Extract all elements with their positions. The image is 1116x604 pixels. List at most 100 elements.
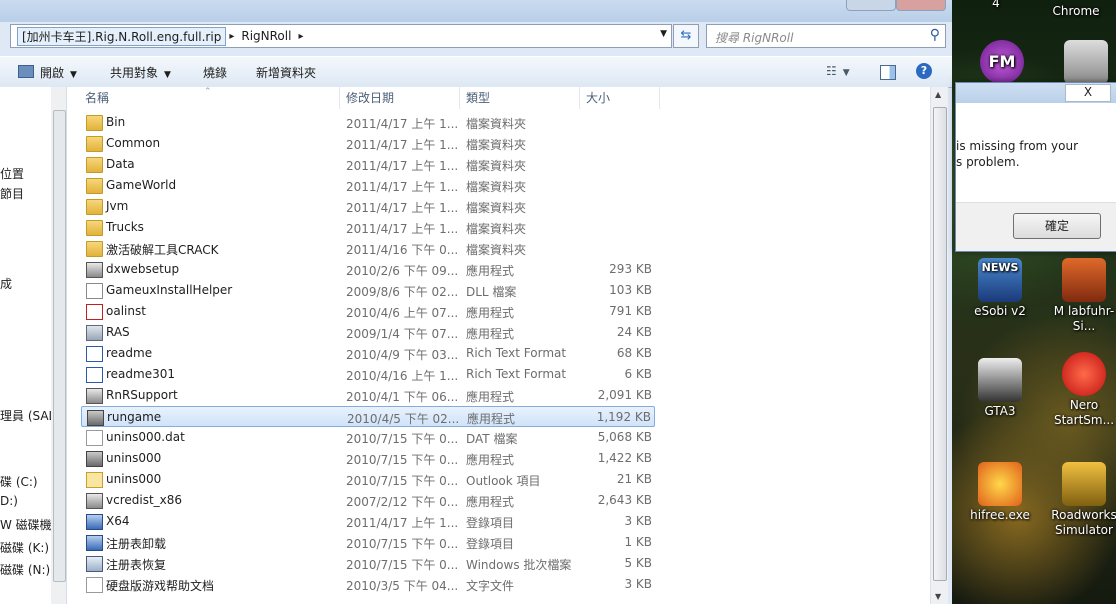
desktop-shortcut[interactable]: M labfuhr-Si... (1044, 258, 1116, 334)
ok-button[interactable]: 確定 (1013, 213, 1101, 239)
scroll-thumb[interactable] (933, 107, 947, 581)
reg-icon (86, 514, 103, 530)
search-icon[interactable]: ⚲ (930, 27, 940, 43)
file-row[interactable]: RnRSupport 2010/4/1 下午 06... 應用程式 2,091 KB (81, 385, 655, 406)
file-name: rungame (107, 410, 162, 424)
file-row[interactable]: Jvm 2011/4/17 上午 1... 檔案資料夾 (81, 196, 655, 217)
file-row[interactable]: X64 2011/4/17 上午 1... 登錄項目 3 KB (81, 511, 655, 532)
file-date: 2010/7/15 下午 0... (346, 537, 459, 551)
help-icon[interactable]: ? (916, 63, 932, 79)
breadcrumb-segment[interactable]: RigNRoll (237, 29, 295, 43)
organize-button[interactable]: 開啟 ▼ (18, 64, 77, 81)
desktop-shortcut[interactable]: hifree.exe (960, 462, 1040, 523)
file-date: 2010/3/5 下午 04... (346, 579, 459, 593)
file-row[interactable]: 注册表恢复 2010/7/15 下午 0... Windows 批次檔案 5 KB (81, 553, 655, 574)
file-row[interactable]: vcredist_x86 2007/2/12 下午 0... 應用程式 2,643 K… (81, 490, 655, 511)
gta-icon[interactable] (1046, 40, 1116, 86)
file-row[interactable]: Trucks 2011/4/17 上午 1... 檔案資料夾 (81, 217, 655, 238)
file-size: 293 KB (609, 262, 652, 276)
file-row[interactable]: Data 2011/4/17 上午 1... 檔案資料夾 (81, 154, 655, 175)
command-bar: 開啟 ▼ 共用對象 ▼ 燒錄 新增資料夾 ☷ ▼ ? (0, 56, 952, 88)
scroll-down-icon[interactable]: ▼ (935, 592, 941, 601)
dialog-close-button[interactable]: X (1065, 84, 1111, 102)
view-options-icon[interactable]: ☷ ▼ (826, 64, 850, 78)
desktop-shortcut[interactable]: GTA3 (960, 358, 1040, 419)
burn-button[interactable]: 燒錄 (203, 64, 227, 81)
file-size: 21 KB (616, 472, 652, 486)
file-row[interactable]: 硬盘版游戏帮助文档 2010/3/5 下午 04... 文字文件 3 KB (81, 574, 655, 595)
desktop-shortcut[interactable]: Nero StartSm... (1044, 352, 1116, 428)
sort-arrow-icon: ⌃ (204, 87, 212, 97)
chevron-down-icon: ▼ (164, 70, 171, 80)
file-date: 2009/1/4 下午 07... (346, 327, 459, 341)
file-row[interactable]: RAS 2009/1/4 下午 07... 應用程式 24 KB (81, 322, 655, 343)
file-row[interactable]: readme 2010/4/9 下午 03... Rich Text Format 6… (81, 343, 655, 364)
file-row[interactable]: unins000.dat 2010/7/15 下午 0... DAT 檔案 5,068… (81, 427, 655, 448)
file-date: 2010/7/15 下午 0... (346, 474, 459, 488)
file-type: DLL 檔案 (466, 285, 517, 299)
file-type: 文字文件 (466, 579, 515, 593)
nav-item[interactable]: W 磁碟機 (0, 516, 52, 533)
address-bar[interactable]: [加州卡车王].Rig.N.Roll.eng.full.rip ▸ RigNRo… (10, 24, 672, 48)
file-size: 3 KB (624, 514, 652, 528)
file-date: 2009/8/6 下午 02... (346, 285, 459, 299)
file-row[interactable]: unins000 2010/7/15 下午 0... 應用程式 1,422 KB (81, 448, 655, 469)
file-row[interactable]: Bin 2011/4/17 上午 1... 檔案資料夾 (81, 112, 655, 133)
preview-pane-icon[interactable] (880, 65, 896, 80)
column-header-date[interactable]: 修改日期 (340, 87, 460, 109)
rtf-icon (86, 367, 103, 383)
file-date: 2011/4/17 上午 1... (346, 117, 459, 131)
nav-item[interactable]: 理員 (SAL (0, 407, 55, 424)
error-dialog: X is missing from your s problem. 確定 (955, 82, 1116, 252)
nav-item[interactable]: 位置 (0, 165, 24, 182)
nav-item[interactable]: D:) (0, 494, 18, 508)
nav-item[interactable]: 磁碟 (K:) (0, 539, 49, 556)
game-icon (86, 451, 103, 467)
file-row[interactable]: dxwebsetup 2010/2/6 下午 09... 應用程式 293 KB (81, 259, 655, 280)
file-row[interactable]: unins000 2010/7/15 下午 0... Outlook 項目 21 KB (81, 469, 655, 490)
file-date: 2011/4/17 上午 1... (346, 180, 459, 194)
desktop-shortcut[interactable]: Roadworks Simulator (1044, 462, 1116, 538)
file-name: 硬盘版游戏帮助文档 (106, 579, 215, 593)
breadcrumb-arrow-icon[interactable]: ▸ (226, 31, 237, 42)
new-folder-button[interactable]: 新增資料夾 (256, 64, 316, 81)
file-name: unins000.dat (106, 430, 185, 444)
desktop-label: 4 (992, 0, 1000, 10)
file-row[interactable]: GameWorld 2011/4/17 上午 1... 檔案資料夾 (81, 175, 655, 196)
close-window-button[interactable] (896, 0, 946, 11)
share-button[interactable]: 共用對象 ▼ (110, 64, 171, 81)
file-list-scrollbar[interactable]: ▲ ▼ (930, 87, 948, 604)
nav-scrollbar[interactable] (51, 87, 66, 604)
nav-item[interactable]: 磁碟 (N:) (0, 561, 50, 578)
mail-icon (86, 472, 103, 488)
column-header-size[interactable]: 大小 (580, 87, 660, 109)
nav-item[interactable]: 碟 (C:) (0, 473, 38, 490)
reg-icon (86, 535, 103, 551)
nav-scroll-thumb[interactable] (53, 110, 66, 582)
search-input[interactable]: 搜尋 RigNRoll ⚲ (706, 24, 946, 48)
file-row[interactable]: GameuxInstallHelper 2009/8/6 下午 02... DLL … (81, 280, 655, 301)
fm-icon[interactable]: FM (962, 40, 1042, 86)
file-row[interactable]: rungame 2010/4/5 下午 02... 應用程式 1,192 KB (81, 406, 655, 427)
file-row[interactable]: readme301 2010/4/16 上午 1... Rich Text Form… (81, 364, 655, 385)
column-header-type[interactable]: 類型 (460, 87, 580, 109)
file-date: 2011/4/17 上午 1... (346, 201, 459, 215)
file-date: 2010/7/15 下午 0... (346, 453, 459, 467)
nav-item[interactable]: 節目 (0, 185, 24, 202)
scroll-up-icon[interactable]: ▲ (935, 90, 941, 99)
desktop-shortcut[interactable]: NEWS eSobi v2 (960, 258, 1040, 319)
nav-item[interactable]: 成 (0, 275, 12, 292)
breadcrumb-arrow-icon[interactable]: ▸ (295, 31, 306, 42)
file-date: 2011/4/17 上午 1... (346, 222, 459, 236)
column-header-name[interactable]: 名稱 ⌃ (67, 87, 340, 109)
file-name: GameuxInstallHelper (106, 283, 233, 297)
chevron-down-icon[interactable]: ▼ (660, 29, 667, 39)
file-row[interactable]: 激活破解工具CRACK 2011/4/16 下午 0... 檔案資料夾 (81, 238, 655, 259)
minimize-button[interactable] (846, 0, 896, 11)
file-row[interactable]: oalinst 2010/4/6 上午 07... 應用程式 791 KB (81, 301, 655, 322)
file-row[interactable]: Common 2011/4/17 上午 1... 檔案資料夾 (81, 133, 655, 154)
file-row[interactable]: 注册表卸载 2010/7/15 下午 0... 登錄項目 1 KB (81, 532, 655, 553)
refresh-button[interactable]: ⇆ (673, 24, 699, 48)
breadcrumb-segment[interactable]: [加州卡车王].Rig.N.Roll.eng.full.rip (17, 26, 227, 46)
file-name: Data (106, 157, 135, 171)
